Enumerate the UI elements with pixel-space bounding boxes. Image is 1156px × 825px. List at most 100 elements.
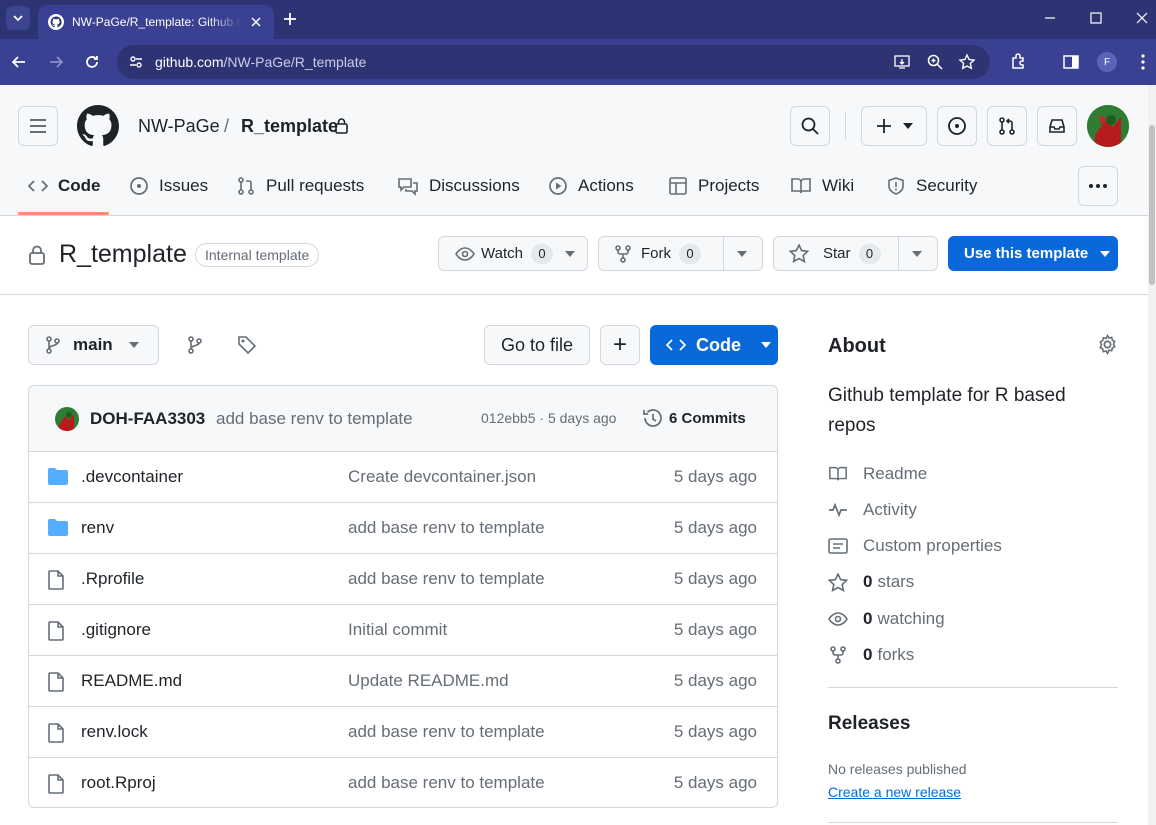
minimize-icon[interactable] [1040, 8, 1060, 28]
eye-icon [455, 246, 475, 261]
file-commit-message[interactable]: Create devcontainer.json [348, 467, 536, 487]
watching-link[interactable]: 0 watching [828, 608, 945, 630]
file-name[interactable]: .gitignore [81, 620, 151, 640]
file-name[interactable]: README.md [81, 671, 182, 691]
reload-icon[interactable] [82, 52, 102, 72]
inbox-button[interactable] [1037, 106, 1077, 146]
latest-commit-row: DOH-FAA3303 add base renv to template 01… [29, 386, 777, 452]
page-scrollbar[interactable] [1148, 85, 1156, 825]
branches-icon[interactable] [186, 335, 204, 355]
more-tabs-button[interactable] [1078, 166, 1118, 206]
file-name[interactable]: .Rprofile [81, 569, 144, 589]
tab-discussions[interactable]: Discussions [397, 175, 520, 197]
close-icon[interactable] [248, 14, 264, 30]
file-name[interactable]: .devcontainer [81, 467, 183, 487]
repo-owner-link[interactable]: NW-PaGe [138, 116, 220, 137]
file-name[interactable]: root.Rproj [81, 773, 156, 793]
bookmark-star-icon[interactable] [958, 53, 976, 71]
url-text: github.com/NW-PaGe/R_template [155, 54, 367, 70]
repo-name-link[interactable]: R_template [241, 116, 338, 137]
commit-message[interactable]: add base renv to template [216, 409, 413, 429]
title-divider [0, 294, 1148, 295]
file-name[interactable]: renv [81, 518, 114, 538]
browser-tab[interactable]: NW-PaGe/R_template: Github t [38, 5, 274, 39]
tag-icon[interactable] [237, 335, 257, 355]
maximize-icon[interactable] [1086, 8, 1106, 28]
back-arrow-icon[interactable] [9, 52, 29, 72]
code-dropdown-button[interactable]: Code [650, 325, 778, 365]
forward-arrow-icon[interactable] [46, 52, 66, 72]
create-new-button[interactable] [861, 106, 927, 146]
file-commit-message[interactable]: Update README.md [348, 671, 509, 691]
window-close-icon[interactable] [1132, 8, 1152, 28]
stars-link[interactable]: 0 stars [828, 571, 914, 593]
author-avatar[interactable] [55, 407, 79, 431]
create-release-link[interactable]: Create a new release [828, 784, 961, 800]
scrollbar-thumb[interactable] [1149, 125, 1155, 285]
issues-button[interactable] [937, 106, 977, 146]
file-row[interactable]: renv.lock add base renv to template 5 days… [29, 707, 777, 758]
readme-link[interactable]: Readme [828, 463, 927, 485]
hamburger-menu-button[interactable] [18, 106, 58, 146]
branch-selector[interactable]: main [28, 325, 159, 365]
new-tab-icon[interactable] [280, 9, 300, 29]
file-commit-message[interactable]: add base renv to template [348, 518, 545, 538]
caret-down-icon [761, 342, 771, 348]
user-avatar[interactable] [1087, 105, 1129, 147]
menu-kebab-icon[interactable] [1133, 52, 1153, 72]
file-row[interactable]: .gitignore Initial commit 5 days ago [29, 605, 777, 656]
github-favicon-icon [48, 14, 64, 30]
file-row[interactable]: renv add base renv to template 5 days ago [29, 503, 777, 554]
file-row[interactable]: .Rprofile add base renv to template 5 days… [29, 554, 777, 605]
tab-pull-requests[interactable]: Pull requests [236, 175, 364, 197]
gear-icon[interactable] [1097, 334, 1118, 355]
file-commit-message[interactable]: add base renv to template [348, 773, 545, 793]
side-panel-icon[interactable] [1061, 52, 1081, 72]
tab-security[interactable]: Security [886, 175, 977, 197]
zoom-icon[interactable] [926, 53, 944, 71]
forks-link[interactable]: 0 forks [828, 644, 914, 666]
file-row[interactable]: .devcontainer Create devcontainer.json 5 d… [29, 452, 777, 503]
tab-code[interactable]: Code [28, 175, 101, 197]
file-icon [48, 723, 64, 743]
note-icon [828, 538, 848, 554]
commits-link[interactable]: 6 Commits [669, 410, 746, 427]
activity-link[interactable]: Activity [828, 499, 917, 521]
commit-sha-time[interactable]: 012ebb5 · 5 days ago [481, 410, 616, 426]
custom-properties-link[interactable]: Custom properties [828, 535, 1002, 557]
file-row[interactable]: root.Rproj add base renv to template 5 day… [29, 758, 777, 807]
tab-actions[interactable]: Actions [548, 175, 634, 197]
file-commit-message[interactable]: add base renv to template [348, 569, 545, 589]
extensions-icon[interactable] [1008, 52, 1028, 72]
fork-button[interactable]: Fork 0 [598, 236, 763, 271]
watch-button[interactable]: Watch 0 [438, 236, 588, 271]
caret-down-icon[interactable] [912, 251, 922, 257]
github-logo-icon[interactable] [77, 105, 119, 147]
tab-projects[interactable]: Projects [668, 175, 759, 197]
repo-title[interactable]: R_template [59, 240, 187, 269]
star-button[interactable]: Star 0 [773, 236, 938, 271]
readme-label: Readme [863, 464, 928, 483]
fork-count: 0 [679, 243, 701, 264]
tab-issues[interactable]: Issues [129, 175, 208, 197]
git-pull-request-icon [999, 117, 1015, 135]
pull-requests-button[interactable] [987, 106, 1027, 146]
file-row[interactable]: README.md Update README.md 5 days ago [29, 656, 777, 707]
address-bar[interactable]: github.com/NW-PaGe/R_template [117, 45, 990, 79]
chevron-down-icon [13, 15, 23, 22]
use-template-button[interactable]: Use this template [948, 236, 1118, 271]
file-name[interactable]: renv.lock [81, 722, 148, 742]
file-commit-message[interactable]: add base renv to template [348, 722, 545, 742]
tab-wiki[interactable]: Wiki [790, 175, 854, 197]
file-commit-message[interactable]: Initial commit [348, 620, 447, 640]
site-settings-icon[interactable] [127, 53, 145, 71]
profile-avatar[interactable]: F [1097, 52, 1117, 72]
caret-down-icon[interactable] [737, 251, 747, 257]
tab-search-button[interactable] [6, 6, 30, 30]
install-app-icon[interactable] [893, 53, 911, 71]
search-button[interactable] [790, 106, 830, 146]
add-file-button[interactable]: + [600, 325, 640, 365]
releases-heading[interactable]: Releases [828, 713, 910, 735]
commit-author[interactable]: DOH-FAA3303 [90, 409, 205, 429]
go-to-file-button[interactable]: Go to file [484, 325, 590, 365]
